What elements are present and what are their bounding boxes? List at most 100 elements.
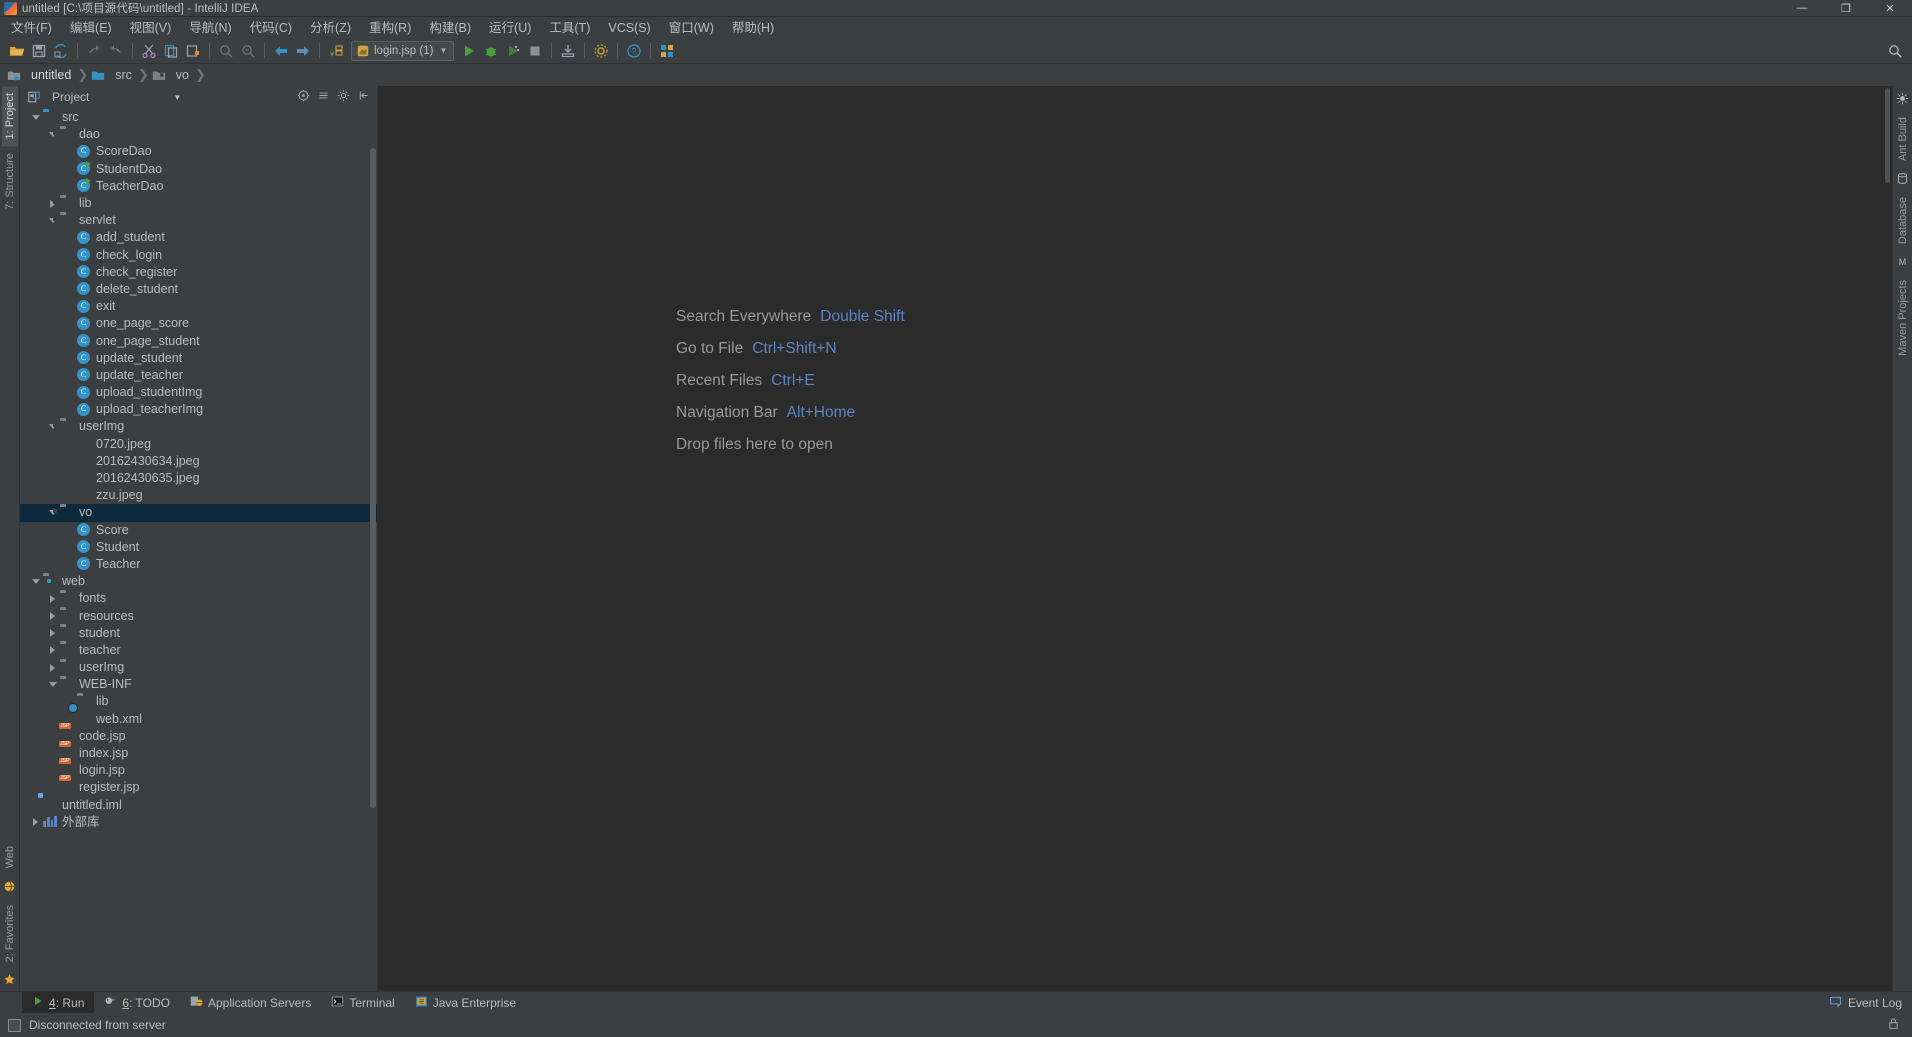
structure-icon[interactable] (656, 40, 678, 62)
run-coverage-button[interactable] (502, 40, 524, 62)
sidebar-tab-database[interactable]: Database (1895, 190, 1911, 251)
hide-panel-icon[interactable] (357, 89, 370, 105)
project-tree[interactable]: src dao C ScoreDao C StudentDao C TeacherDao lib… (20, 108, 377, 991)
status-toggle-icon[interactable] (8, 1018, 21, 1032)
sidebar-tab-structure[interactable]: 7: Structure (2, 146, 18, 217)
tree-row-login-jsp[interactable]: JSP login.jsp (20, 757, 377, 779)
bottom-tab-application-servers[interactable]: Application Servers (180, 992, 321, 1013)
event-log-label[interactable]: Event Log (1848, 996, 1902, 1010)
replace-icon[interactable] (237, 40, 259, 62)
tree-row-fonts[interactable]: fonts (20, 590, 377, 607)
tree-row-check-register[interactable]: Ccheck_register (20, 264, 377, 281)
tree-row-register-jsp[interactable]: JSP register.jsp (20, 774, 377, 796)
menu-code[interactable]: 代码(C) (241, 18, 301, 38)
bottom-tab-java-enterprise[interactable]: Java Enterprise (405, 992, 526, 1013)
tree-row-update-student[interactable]: Cupdate_student (20, 350, 377, 367)
breadcrumb-item-src[interactable]: src (91, 68, 134, 82)
tree-row-teacher[interactable]: C Teacher (20, 556, 377, 573)
run-configuration-selector[interactable]: login.jsp (1) ▼ (351, 40, 455, 61)
editor-area[interactable]: Search Everywhere Double Shift Go to Fil… (378, 86, 1892, 991)
settings-gear-icon[interactable] (590, 40, 612, 62)
open-folder-icon[interactable] (6, 40, 28, 62)
redo-icon[interactable] (105, 40, 127, 62)
menu-navigate[interactable]: 导航(N) (180, 18, 240, 38)
tree-row--[interactable]: 外部库 (20, 814, 377, 831)
tree-row-zzu-jpeg[interactable]: zzu.jpeg (20, 487, 377, 504)
collapse-all-icon[interactable] (317, 89, 330, 105)
expand-arrow-right-icon[interactable] (47, 611, 58, 622)
find-icon[interactable] (215, 40, 237, 62)
tree-row-upload-teacherimg[interactable]: Cupload_teacherImg (20, 401, 377, 418)
tree-row-resources[interactable]: resources (20, 607, 377, 624)
tree-row-userimg[interactable]: userImg (20, 659, 377, 676)
sidebar-tab-maven-projects[interactable]: Maven Projects (1895, 273, 1911, 363)
maximize-button[interactable]: ❐ (1824, 0, 1868, 17)
tree-row-web-inf[interactable]: WEB-INF (20, 676, 377, 693)
bottom-tab-run[interactable]: 4: Run (22, 992, 95, 1013)
lock-icon[interactable] (1887, 1017, 1900, 1033)
tree-row-update-teacher[interactable]: Cupdate_teacher (20, 367, 377, 384)
run-button[interactable] (458, 40, 480, 62)
menu-file[interactable]: 文件(F) (2, 18, 61, 38)
tree-row-20162430635-jpeg[interactable]: 20162430635.jpeg (20, 470, 377, 487)
menu-run[interactable]: 运行(U) (480, 18, 540, 38)
debug-button[interactable] (480, 40, 502, 62)
menu-window[interactable]: 窗口(W) (660, 18, 723, 38)
menu-tools[interactable]: 工具(T) (540, 18, 599, 38)
bottom-tab-terminal[interactable]: Terminal (321, 992, 404, 1013)
expand-arrow-right-icon[interactable] (47, 628, 58, 639)
undo-icon[interactable] (83, 40, 105, 62)
expand-arrow-down-icon[interactable] (30, 112, 41, 123)
cut-icon[interactable] (138, 40, 160, 62)
tree-row-web-xml[interactable]: web.xml (20, 711, 377, 728)
minimize-button[interactable]: — (1780, 0, 1824, 17)
tree-row-servlet[interactable]: servlet (20, 212, 377, 229)
expand-arrow-down-icon[interactable] (47, 679, 58, 690)
save-all-icon[interactable] (28, 40, 50, 62)
help-icon[interactable]: ? (623, 40, 645, 62)
expand-arrow-right-icon[interactable] (30, 817, 41, 828)
breadcrumb-item-vo[interactable]: vo (152, 68, 191, 82)
tree-row-studentdao[interactable]: C StudentDao (20, 161, 377, 178)
target-icon[interactable] (297, 89, 310, 105)
tree-row-delete-student[interactable]: Cdelete_student (20, 281, 377, 298)
stop-button[interactable] (524, 40, 546, 62)
tree-row-one-page-student[interactable]: Cone_page_student (20, 332, 377, 349)
tree-row-dao[interactable]: dao (20, 126, 377, 143)
tree-row-teacher[interactable]: teacher (20, 642, 377, 659)
tree-row-one-page-score[interactable]: Cone_page_score (20, 315, 377, 332)
tree-row-scoredao[interactable]: C ScoreDao (20, 143, 377, 160)
menu-build[interactable]: 构建(B) (420, 18, 480, 38)
forward-icon[interactable] (292, 40, 314, 62)
tree-row-check-login[interactable]: Ccheck_login (20, 247, 377, 264)
tree-row-add-student[interactable]: Cadd_student (20, 229, 377, 246)
tree-row-20162430634-jpeg[interactable]: 20162430634.jpeg (20, 453, 377, 470)
breadcrumb-item-untitled[interactable]: untitled (7, 68, 73, 82)
tree-row-web[interactable]: web (20, 573, 377, 590)
tree-row-untitled-iml[interactable]: untitled.iml (20, 797, 377, 814)
menu-help[interactable]: 帮助(H) (723, 18, 783, 38)
tree-row-score[interactable]: C Score (20, 522, 377, 539)
tree-row-index-jsp[interactable]: JSP index.jsp (20, 740, 377, 762)
sidebar-tab-web[interactable]: Web (2, 839, 18, 875)
tree-row-upload-studentimg[interactable]: Cupload_studentImg (20, 384, 377, 401)
tree-row-userimg[interactable]: userImg (20, 418, 377, 435)
tree-row-student[interactable]: student (20, 625, 377, 642)
close-button[interactable]: ✕ (1868, 0, 1912, 17)
sidebar-tab-favorites[interactable]: 2: Favorites (2, 898, 18, 969)
bottom-tab-todo[interactable]: 6: TODO (94, 992, 180, 1013)
search-everywhere-icon[interactable] (1884, 40, 1906, 62)
settings-gear-icon[interactable] (337, 89, 350, 105)
editor-scrollbar[interactable] (1885, 88, 1890, 183)
menu-edit[interactable]: 编辑(E) (61, 18, 121, 38)
expand-arrow-down-icon[interactable] (30, 576, 41, 587)
tree-row-lib[interactable]: lib (20, 195, 377, 212)
sidebar-tab-ant-build[interactable]: Ant Build (1895, 110, 1911, 168)
menu-analyze[interactable]: 分析(Z) (301, 18, 360, 38)
copy-icon[interactable] (160, 40, 182, 62)
expand-arrow-right-icon[interactable] (47, 645, 58, 656)
project-panel-title-group[interactable]: Project ▼ (27, 90, 181, 104)
tree-row-0720-jpeg[interactable]: 0720.jpeg (20, 436, 377, 453)
sync-icon[interactable] (50, 40, 72, 62)
back-icon[interactable] (270, 40, 292, 62)
